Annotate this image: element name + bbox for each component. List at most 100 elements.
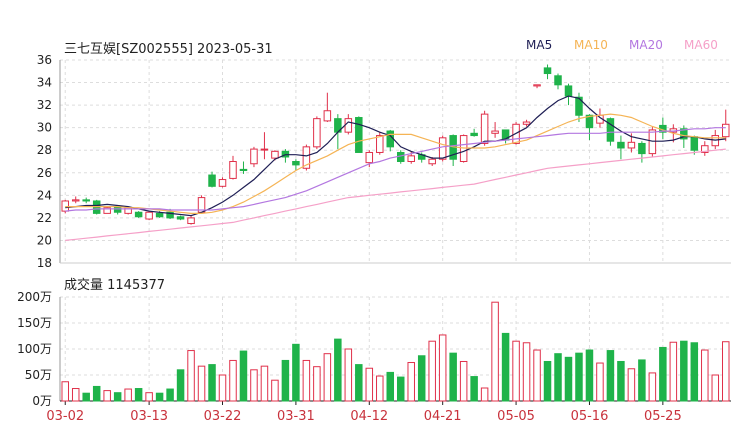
volume-bar xyxy=(92,385,101,402)
volume-bar xyxy=(701,349,709,402)
candle xyxy=(470,132,478,137)
volume-bar xyxy=(648,372,657,402)
volume-bar xyxy=(512,340,520,402)
candle xyxy=(491,130,499,134)
volume-bar xyxy=(533,349,541,402)
volume-tick-label: 0万 xyxy=(32,394,52,408)
volume-bar xyxy=(480,387,489,402)
volume-bar xyxy=(711,374,720,402)
volume-bar xyxy=(208,364,216,402)
candle xyxy=(543,67,552,75)
candle xyxy=(606,118,615,142)
candle xyxy=(323,110,332,122)
volume-bar xyxy=(606,350,615,402)
volume-bar xyxy=(218,374,227,402)
volume-bar xyxy=(113,392,122,402)
volume-bar xyxy=(470,376,478,402)
date-tick-label: 03-02 xyxy=(46,409,84,424)
volume-bar xyxy=(596,362,604,402)
volume-bar xyxy=(292,343,300,402)
candle xyxy=(250,148,258,165)
volume-bar xyxy=(176,369,185,402)
candle xyxy=(239,168,248,172)
date-tick-label: 03-13 xyxy=(130,409,168,424)
date-tick-label: 04-21 xyxy=(424,409,462,424)
volume-bar xyxy=(124,388,132,402)
volume-bar xyxy=(690,342,699,402)
candle xyxy=(292,161,300,166)
candle xyxy=(722,123,730,138)
candle xyxy=(376,135,384,153)
volume-bar xyxy=(543,360,552,402)
volume-bar xyxy=(313,366,321,402)
volume-bar xyxy=(722,341,730,402)
price-tick-label: 34 xyxy=(37,76,52,90)
candle xyxy=(134,211,143,218)
price-tick-label: 36 xyxy=(37,53,52,67)
candle xyxy=(82,199,90,202)
volume-bar xyxy=(627,368,636,402)
volume-tick-label: 100万 xyxy=(17,342,52,356)
date-tick-label: 05-25 xyxy=(644,409,682,424)
date-tick-label: 03-22 xyxy=(204,409,242,424)
candle xyxy=(480,113,489,144)
volume-bar xyxy=(103,390,111,402)
ma-line-ma5 xyxy=(65,95,726,217)
volume-bar xyxy=(428,340,436,402)
candle xyxy=(187,217,195,225)
volume-bar xyxy=(155,392,164,402)
date-tick-label: 05-05 xyxy=(497,409,535,424)
volume-bar xyxy=(323,353,332,402)
volume-bar xyxy=(564,356,573,402)
volume-bar xyxy=(166,388,174,402)
candle xyxy=(229,161,237,179)
volume-tick-label: 150万 xyxy=(17,316,52,330)
volume-bar xyxy=(554,353,562,402)
candle xyxy=(428,158,436,165)
candle xyxy=(313,118,321,148)
price-tick-label: 30 xyxy=(37,121,52,135)
candle xyxy=(71,199,80,202)
volume-bar xyxy=(61,381,69,402)
candle xyxy=(554,75,562,86)
candle xyxy=(522,121,531,125)
volume-bar xyxy=(522,342,531,402)
candle xyxy=(271,150,279,159)
volume-bar xyxy=(659,346,667,402)
volume-bar xyxy=(417,355,426,402)
date-tick-label: 04-12 xyxy=(350,409,388,424)
volume-bar xyxy=(271,379,279,402)
price-tick-label: 22 xyxy=(37,211,52,225)
candle xyxy=(260,148,269,151)
price-tick-label: 20 xyxy=(37,233,52,247)
volume-bar xyxy=(669,341,678,402)
candle xyxy=(208,174,216,187)
candle xyxy=(564,85,573,97)
ma-line-ma20 xyxy=(65,127,726,212)
candle xyxy=(355,117,363,153)
price-tick-label: 24 xyxy=(37,188,52,202)
candle xyxy=(155,212,164,218)
volume-bar xyxy=(491,301,499,402)
volume-bar xyxy=(187,350,195,402)
candle xyxy=(344,118,353,133)
volume-bar xyxy=(334,338,342,402)
date-tick-label: 05-16 xyxy=(571,409,609,424)
price-tick-label: 28 xyxy=(37,143,52,157)
volume-bar xyxy=(617,360,625,402)
volume-bar xyxy=(71,388,80,402)
volume-bar xyxy=(239,350,248,402)
volume-bar xyxy=(250,369,258,402)
volume-bar xyxy=(501,332,510,402)
volume-bar xyxy=(197,365,206,402)
candle xyxy=(396,151,405,163)
ma-line-ma10 xyxy=(65,113,726,214)
date-tick-label: 03-31 xyxy=(277,409,315,424)
price-tick-label: 18 xyxy=(37,256,52,270)
volume-bar xyxy=(229,359,237,402)
volume-bar xyxy=(585,349,594,402)
candle xyxy=(386,130,395,148)
volume-bar xyxy=(365,367,374,402)
volume-bar xyxy=(344,348,353,402)
volume-bar xyxy=(438,334,447,402)
